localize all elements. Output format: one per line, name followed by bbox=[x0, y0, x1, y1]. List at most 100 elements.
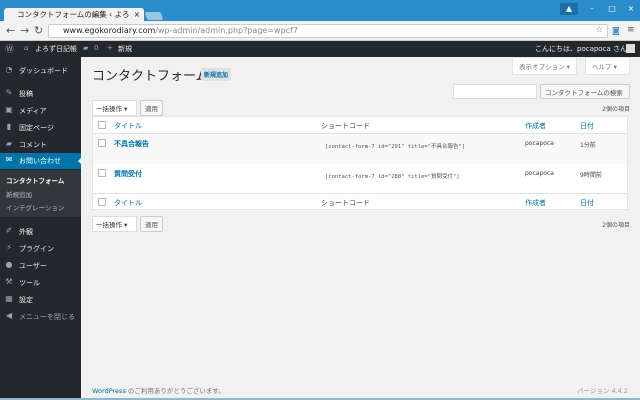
comment-icon[interactable]: ▰ bbox=[83, 44, 88, 52]
label: メニューを閉じる bbox=[19, 313, 75, 321]
new-tab-button[interactable] bbox=[144, 12, 164, 20]
column-title[interactable]: タイトル bbox=[114, 198, 142, 208]
item-count: 2個の項目 bbox=[602, 106, 630, 113]
search-button[interactable]: コンタクトフォームの検索 bbox=[540, 84, 630, 99]
help-button[interactable]: ヘルプ ▾ bbox=[585, 57, 630, 75]
form-title-link[interactable]: 不具合報告 bbox=[114, 139, 149, 149]
row-checkbox[interactable] bbox=[98, 169, 106, 177]
search-input[interactable] bbox=[453, 84, 537, 99]
star-icon[interactable]: ☆ bbox=[596, 25, 603, 34]
submenu: コンタクトフォーム 新規追加 インテグレーション bbox=[0, 170, 81, 217]
wordpress-link[interactable]: WordPress bbox=[92, 387, 126, 395]
home-icon: ⌂ bbox=[24, 44, 29, 52]
column-author[interactable]: 作成者 bbox=[525, 198, 546, 208]
tab-title: コンタクトフォームの編集 ‹ よろ bbox=[17, 10, 130, 19]
sidebar-item-contact[interactable]: ✉ お問い合わせ bbox=[0, 153, 82, 169]
dashboard-icon: ◔ bbox=[5, 65, 13, 74]
shortcode: [contact-form-7 id="291" title="不具合報告"] bbox=[325, 144, 466, 150]
forward-icon[interactable]: → bbox=[20, 24, 29, 37]
browser-tab[interactable]: コンタクトフォームの編集 ‹ よろ × bbox=[4, 8, 144, 21]
item-count-bottom: 2個の項目 bbox=[602, 222, 630, 229]
sidebar: ◔ ダッシュボード ✎ 投稿 ▣ メディア ▮ 固定ページ ▰ コメント ✉ お問い合わせ … bbox=[0, 57, 82, 400]
table-row: 不具合報告 [contact-form-7 id="291" title="不具… bbox=[93, 134, 627, 164]
column-shortcode: ショートコード bbox=[321, 122, 370, 130]
column-date[interactable]: 日付 bbox=[580, 121, 594, 131]
apply-button-bottom[interactable]: 適用 bbox=[140, 216, 163, 232]
close-window-button[interactable]: × bbox=[622, 3, 640, 15]
thanks-text: のご利用ありがとうございます。 bbox=[125, 387, 225, 395]
shortcode: [contact-form-7 id="288" title="質問受付"] bbox=[325, 174, 460, 180]
sidebar-item-tools[interactable]: ⚒ ツール bbox=[0, 275, 81, 291]
pin-icon: ✎ bbox=[5, 88, 13, 97]
table-row: 質問受付 [contact-form-7 id="288" title="質問受… bbox=[93, 164, 627, 194]
comment-count: 0 bbox=[94, 44, 99, 52]
plus-icon: + bbox=[107, 44, 113, 52]
label: 投稿 bbox=[19, 90, 33, 98]
avatar[interactable] bbox=[626, 44, 635, 53]
sidebar-item-posts[interactable]: ✎ 投稿 bbox=[0, 86, 81, 102]
label: 設定 bbox=[19, 296, 33, 304]
submenu-add-new[interactable]: 新規追加 bbox=[6, 189, 32, 199]
column-title[interactable]: タイトル bbox=[114, 121, 142, 131]
address-bar[interactable]: www.egokorodiary.com/wp-admin/admin.php?… bbox=[48, 24, 608, 38]
label: ツール bbox=[19, 279, 40, 287]
sidebar-item-pages[interactable]: ▮ 固定ページ bbox=[0, 120, 81, 136]
mail-icon: ✉ bbox=[5, 155, 13, 164]
camera-icon[interactable]: ◙ bbox=[612, 26, 620, 35]
user-icon: ● bbox=[5, 260, 13, 269]
maximize-button[interactable]: □ bbox=[603, 3, 621, 15]
date: 1分前 bbox=[580, 142, 596, 149]
label: ダッシュボード bbox=[19, 67, 68, 75]
reload-icon[interactable]: ↻ bbox=[34, 24, 43, 37]
sidebar-item-users[interactable]: ● ユーザー bbox=[0, 258, 81, 274]
user-profile-icon[interactable]: ▲ bbox=[560, 3, 578, 15]
settings-icon: ▦ bbox=[5, 294, 13, 303]
bulk-action-select-bottom[interactable]: 一括操作 ▾ bbox=[92, 216, 137, 232]
bulk-action-select[interactable]: 一括操作 ▾ bbox=[92, 100, 137, 116]
url-path: /wp-admin/admin.php?page=wpcf7 bbox=[155, 26, 298, 35]
sidebar-item-settings[interactable]: ▦ 設定 bbox=[0, 292, 81, 308]
site-name-link[interactable]: よろず日記帳 bbox=[35, 44, 77, 54]
column-date[interactable]: 日付 bbox=[580, 198, 594, 208]
date: 9時間前 bbox=[580, 172, 602, 179]
sidebar-item-media[interactable]: ▣ メディア bbox=[0, 103, 81, 119]
author: pocapoca bbox=[525, 170, 554, 177]
screen-options-button[interactable]: 表示オプション ▾ bbox=[512, 57, 577, 75]
table-header: タイトル ショートコード 作成者 日付 bbox=[93, 117, 627, 134]
close-tab-icon[interactable]: × bbox=[134, 10, 140, 19]
menu-icon[interactable]: ≡ bbox=[627, 25, 635, 35]
forms-table: タイトル ショートコード 作成者 日付 不具合報告 [contact-form-… bbox=[92, 116, 628, 210]
submenu-contact-forms[interactable]: コンタクトフォーム bbox=[6, 175, 64, 185]
page-icon: ▮ bbox=[6, 122, 12, 131]
select-all-checkbox[interactable] bbox=[98, 121, 106, 129]
author: pocapoca bbox=[525, 140, 554, 147]
label: お問い合わせ bbox=[19, 157, 61, 165]
label: プラグイン bbox=[19, 245, 54, 253]
wrench-icon: ⚒ bbox=[5, 277, 13, 286]
column-shortcode: ショートコード bbox=[321, 199, 370, 207]
sidebar-item-appearance[interactable]: ✐ 外観 bbox=[0, 224, 81, 240]
sidebar-item-plugins[interactable]: ⚡ プラグイン bbox=[0, 241, 81, 257]
back-icon[interactable]: ← bbox=[6, 24, 15, 37]
wordpress-logo-icon[interactable]: Ⓦ bbox=[5, 42, 14, 55]
new-content-link[interactable]: 新規 bbox=[118, 44, 132, 54]
column-author[interactable]: 作成者 bbox=[525, 121, 546, 131]
minimize-button[interactable]: – bbox=[583, 3, 601, 15]
collapse-menu-button[interactable]: ◀ メニューを閉じる bbox=[0, 309, 81, 325]
url-host: www.egokorodiary.com bbox=[63, 26, 156, 35]
add-new-button[interactable]: 新規追加 bbox=[201, 68, 232, 81]
label: 固定ページ bbox=[19, 124, 54, 132]
form-title-link[interactable]: 質問受付 bbox=[114, 169, 142, 179]
greeting-link[interactable]: こんにちは、pocapoca さん！ bbox=[535, 44, 634, 54]
sidebar-item-comments[interactable]: ▰ コメント bbox=[0, 137, 81, 153]
sidebar-item-dashboard[interactable]: ◔ ダッシュボード bbox=[0, 63, 81, 79]
label: コメント bbox=[19, 141, 47, 149]
submenu-integration[interactable]: インテグレーション bbox=[6, 202, 64, 212]
select-all-checkbox[interactable] bbox=[98, 198, 106, 206]
admin-bar: Ⓦ ⌂ よろず日記帳 ▰ 0 + 新規 こんにちは、pocapoca さん！ bbox=[0, 41, 640, 57]
plugin-icon: ⚡ bbox=[6, 243, 12, 252]
media-icon: ▣ bbox=[5, 105, 13, 114]
apply-button[interactable]: 適用 bbox=[140, 100, 163, 116]
row-checkbox[interactable] bbox=[98, 139, 106, 147]
comment-icon: ▰ bbox=[5, 139, 13, 148]
